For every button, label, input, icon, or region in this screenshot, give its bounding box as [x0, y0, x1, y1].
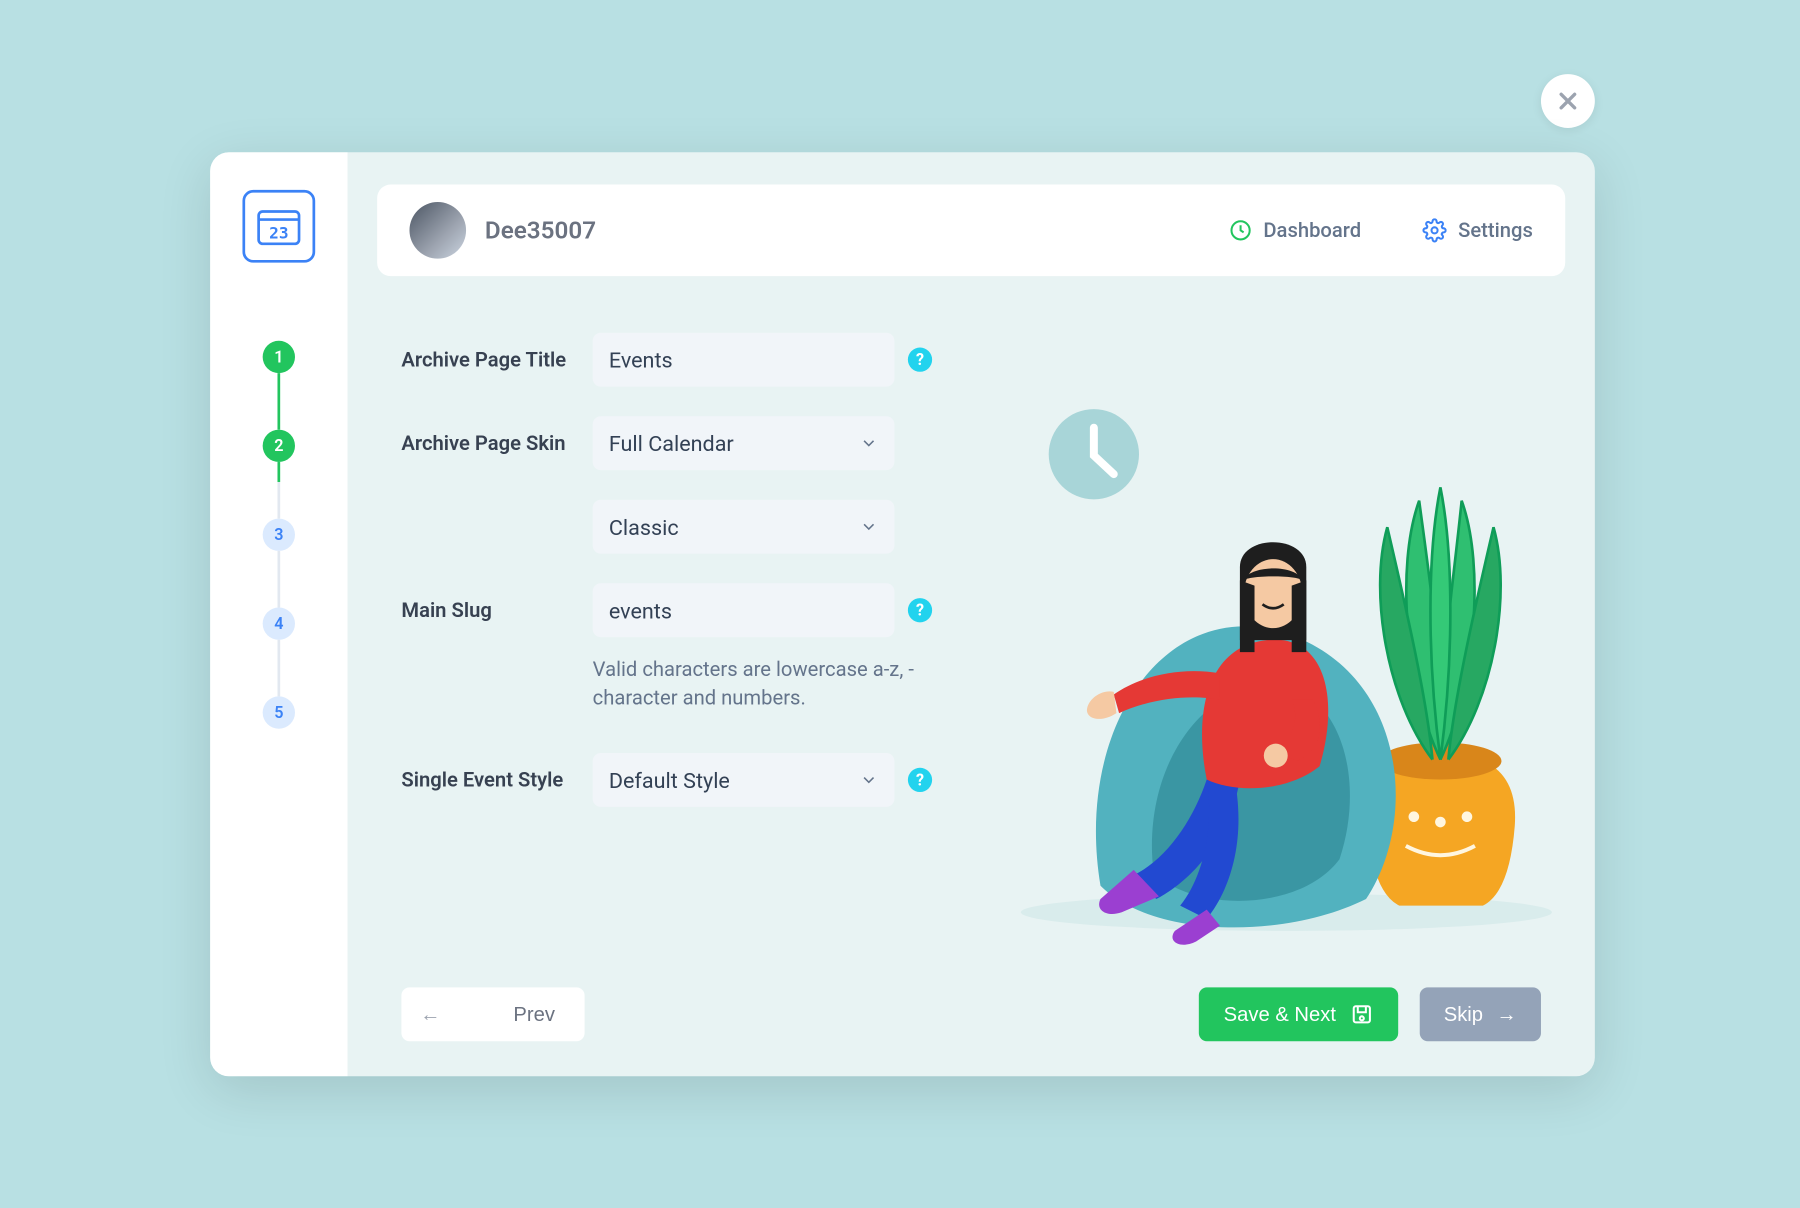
chevron-down-icon — [859, 434, 878, 453]
main-slug-input[interactable]: events — [593, 583, 895, 637]
username: Dee35007 — [485, 216, 596, 244]
archive-skin-sub-select[interactable]: Classic — [593, 500, 895, 554]
settings-label: Settings — [1458, 218, 1533, 242]
chevron-down-icon — [859, 770, 878, 789]
step-3[interactable]: 3 — [263, 519, 295, 551]
illustration — [1008, 333, 1566, 988]
calendar-logo-icon: 23 — [256, 206, 302, 246]
step-5[interactable]: 5 — [263, 696, 295, 728]
archive-skin-value: Full Calendar — [609, 430, 734, 456]
close-button[interactable] — [1541, 74, 1595, 128]
wizard-footer: ← Prev Save & Next Skip → — [377, 987, 1565, 1046]
prev-label: Prev — [513, 1003, 555, 1026]
skip-button[interactable]: Skip → — [1419, 987, 1540, 1041]
step-2[interactable]: 2 — [263, 430, 295, 462]
avatar[interactable] — [409, 202, 466, 259]
gear-icon — [1423, 218, 1447, 242]
settings-link[interactable]: Settings — [1423, 218, 1533, 242]
archive-skin-select[interactable]: Full Calendar — [593, 416, 895, 470]
svg-text:23: 23 — [269, 223, 288, 242]
wizard-sidebar: 23 1 2 3 4 5 — [210, 152, 347, 1076]
dashboard-label: Dashboard — [1263, 218, 1361, 242]
help-icon[interactable]: ? — [908, 598, 932, 622]
setup-wizard-modal: 23 1 2 3 4 5 Dee35007 — [210, 152, 1595, 1076]
save-label: Save & Next — [1224, 1003, 1336, 1026]
single-style-value: Default Style — [609, 767, 730, 793]
single-style-select[interactable]: Default Style — [593, 753, 895, 807]
help-icon[interactable]: ? — [908, 768, 932, 792]
help-icon[interactable]: ? — [908, 348, 932, 372]
skip-label: Skip — [1444, 1003, 1483, 1026]
archive-skin-sub-value: Classic — [609, 514, 679, 540]
main-slug-helper: Valid characters are lowercase a-z, - ch… — [593, 656, 930, 713]
step-indicator: 1 2 3 4 5 — [263, 341, 295, 729]
save-icon — [1349, 1002, 1373, 1026]
app-logo: 23 — [242, 190, 315, 263]
close-icon — [1557, 90, 1579, 112]
dashboard-link[interactable]: Dashboard — [1228, 218, 1361, 242]
archive-title-input[interactable]: Events — [593, 333, 895, 387]
step-1[interactable]: 1 — [263, 341, 295, 373]
step-4[interactable]: 4 — [263, 607, 295, 639]
dashboard-icon — [1228, 218, 1252, 242]
wizard-main: Dee35007 Dashboard Settings Archive Page… — [348, 152, 1595, 1076]
archive-skin-label: Archive Page Skin — [401, 431, 579, 455]
arrow-left-icon: ← — [420, 1003, 440, 1026]
settings-form: Archive Page Title Events ? Archive Page… — [401, 333, 967, 988]
topbar: Dee35007 Dashboard Settings — [377, 185, 1565, 277]
chevron-down-icon — [859, 517, 878, 536]
archive-title-label: Archive Page Title — [401, 348, 579, 372]
arrow-right-icon: → — [1497, 1003, 1517, 1026]
main-slug-label: Main Slug — [401, 598, 579, 622]
save-next-button[interactable]: Save & Next — [1199, 987, 1398, 1041]
single-style-label: Single Event Style — [401, 768, 579, 792]
prev-button[interactable]: ← Prev — [401, 987, 584, 1041]
